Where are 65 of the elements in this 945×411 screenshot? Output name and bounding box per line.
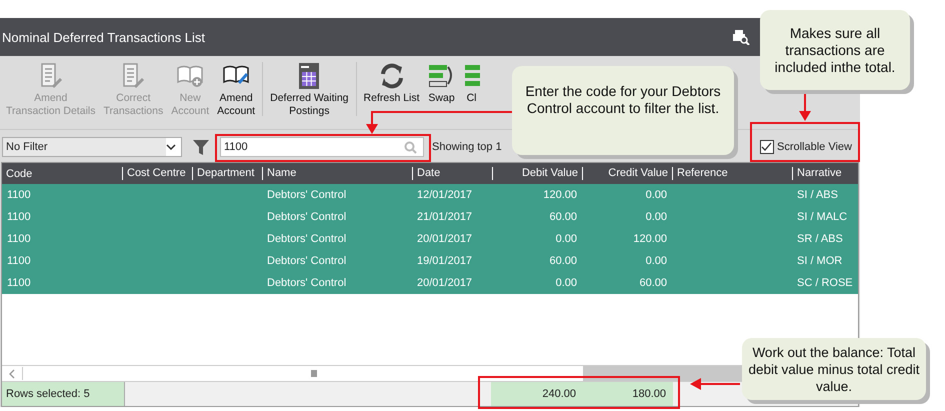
- toolbar-button[interactable]: Swap: [424, 60, 460, 105]
- table-cell-text: Debtors' Control: [266, 189, 348, 201]
- table-cell-text: 19/01/2017: [416, 255, 474, 267]
- print-preview-icon[interactable]: [732, 29, 750, 45]
- table-cell-text: 60.00: [638, 277, 668, 289]
- table-cell-text: 0.00: [644, 255, 668, 267]
- table-cell-text: 1100: [6, 211, 32, 223]
- search-icon: [404, 140, 417, 154]
- table-cell-text: 21/01/2017: [416, 211, 474, 223]
- table-cell-text: 0.00: [554, 277, 578, 289]
- toolbar-button[interactable]: Cl: [460, 60, 484, 105]
- table-cell-text: 12/01/2017: [416, 189, 474, 201]
- table-cell-text: SC / ROSE: [796, 277, 854, 289]
- table-cell-text: 1100: [6, 189, 32, 201]
- table-cell-text: 120.00: [632, 233, 668, 245]
- table-cell-text: 120.00: [542, 189, 578, 201]
- chevron-down-icon: [166, 144, 176, 150]
- column-header[interactable]: Cost Centre: [122, 167, 192, 180]
- filter-funnel-icon[interactable]: [192, 138, 210, 156]
- table-cell-text: 60.00: [548, 255, 578, 267]
- table-cell-text: 0.00: [644, 189, 668, 201]
- toolbar-button[interactable]: Deferred Waiting Postings: [266, 60, 353, 118]
- column-header[interactable]: Reference: [672, 167, 792, 180]
- window-title: Nominal Deferred Transactions List: [2, 30, 206, 44]
- toolbar-button[interactable]: Amend Account: [213, 60, 260, 118]
- column-header[interactable]: Debit Value: [492, 167, 582, 180]
- column-header[interactable]: Name: [262, 167, 412, 180]
- pointer-arrow: [798, 91, 812, 122]
- showing-count-text: Showing top 1: [432, 141, 502, 153]
- note-tooltip: Work out the balance: Total debit value minus total credit value.: [742, 338, 926, 400]
- table-cell-text: 1100: [6, 277, 32, 289]
- table-cell-text: 0.00: [644, 211, 668, 223]
- checkbox[interactable]: [760, 140, 774, 154]
- column-header[interactable]: Department: [192, 167, 262, 180]
- column-header[interactable]: Code: [2, 168, 122, 180]
- debit-total: 240.00: [541, 388, 577, 400]
- calendar-grid-icon: [297, 62, 322, 90]
- filter-dropdown[interactable]: No Filter: [2, 137, 182, 157]
- table-cell-text: 1100: [6, 233, 32, 245]
- checkmark-icon: [761, 142, 772, 152]
- pointer-arrow: [690, 377, 740, 391]
- table-cell-text: 0.00: [554, 233, 578, 245]
- table-cell-text: 1100: [6, 255, 32, 267]
- table-cell-text: SI / MALC: [796, 211, 848, 223]
- table-cell-text: SI / MOR: [796, 255, 844, 267]
- table-cell-text: SR / ABS: [796, 233, 844, 245]
- scrollable-view-checkbox[interactable]: Scrollable View: [760, 140, 852, 154]
- column-header[interactable]: Date: [412, 167, 492, 180]
- column-header[interactable]: Credit Value: [582, 167, 672, 180]
- table-cell-text: Debtors' Control: [266, 277, 348, 289]
- table-cell-text: 60.00: [548, 211, 578, 223]
- toolbar-button[interactable]: Refresh List: [360, 60, 424, 105]
- credit-total: 180.00: [631, 388, 667, 400]
- table-cell-text: SI / ABS: [796, 189, 839, 201]
- column-header[interactable]: Narrative: [792, 167, 858, 180]
- table-cell-text: Debtors' Control: [266, 233, 348, 245]
- scroll-left-icon[interactable]: [8, 368, 16, 378]
- note-tooltip: Enter the code for your Debtors Control account to filter the list.: [512, 66, 734, 155]
- rows-selected-text: Rows selected: 5: [2, 382, 125, 406]
- note-tooltip: Makes sure all transactions are included inthe total.: [760, 10, 910, 90]
- table-cell-text: Debtors' Control: [266, 255, 348, 267]
- table-cell-text: Debtors' Control: [266, 211, 348, 223]
- search-field[interactable]: 1100: [220, 137, 424, 157]
- table-cell-text: 20/01/2017: [416, 233, 474, 245]
- table-cell-text: 20/01/2017: [416, 277, 474, 289]
